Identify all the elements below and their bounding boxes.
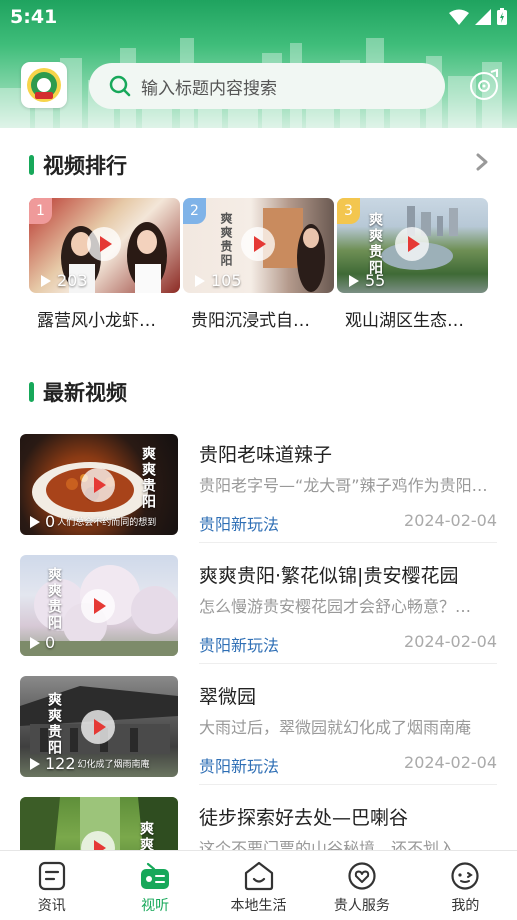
video-thumbnail: 爽爽贵阳 122 幻化成了烟雨南庵: [20, 676, 178, 777]
tab-media[interactable]: 视听: [103, 851, 206, 920]
view-count: 105: [195, 271, 242, 290]
radio-icon: [141, 862, 170, 889]
rank-badge-3: 3: [337, 198, 360, 224]
play-count-icon: [30, 757, 40, 770]
news-icon: [38, 861, 65, 891]
tab-local-life[interactable]: 本地生活: [207, 851, 310, 920]
brand-vertical-text: 爽爽贵阳: [46, 567, 62, 631]
rank-badge-2: 2: [183, 198, 206, 224]
play-count-icon: [195, 274, 205, 287]
section-accent-bar: [29, 155, 34, 175]
bottom-tab-bar: 资讯 视听 本地生活 贵人服务 我的: [0, 850, 517, 920]
rank-card[interactable]: 爽爽贵阳 3 55 观山湖区生态…: [337, 198, 488, 331]
search-icon: [109, 75, 131, 97]
video-list-item[interactable]: 爽爽贵阳 122 幻化成了烟雨南庵 翠微园 大雨过后，翠微园就幻化成了烟雨南庵 贵…: [20, 676, 497, 785]
play-icon: [81, 589, 115, 623]
app-screen: 5:41 输入标题内容搜索 视频排行 1 203 露营风小龙虾… 爽爽贵阳 2 …: [0, 0, 517, 920]
tab-profile[interactable]: 我的: [414, 851, 517, 920]
view-count: 122 幻化成了烟雨南庵: [30, 754, 150, 773]
play-count-icon: [349, 274, 359, 287]
status-icons: [449, 8, 507, 25]
play-count-icon: [30, 636, 40, 649]
rank-title: 贵阳沉浸式自…: [191, 311, 310, 331]
battery-icon: [497, 8, 507, 25]
video-date: 2024-02-04: [404, 632, 497, 651]
rank-card[interactable]: 爽爽贵阳 2 105 贵阳沉浸式自…: [183, 198, 334, 331]
video-title: 徒步探索好去处—巴喇谷: [199, 807, 409, 829]
video-caption: 人们总会不约而同的想到: [57, 518, 157, 528]
video-date: 2024-02-04: [404, 753, 497, 772]
tab-label: 资讯: [37, 898, 66, 914]
divider: [199, 542, 497, 543]
vinyl-record-icon[interactable]: [469, 69, 501, 101]
video-thumbnail: 爽爽贵阳 0 人们总会不约而同的想到: [20, 434, 178, 535]
play-count-icon: [41, 274, 51, 287]
search-bar[interactable]: 输入标题内容搜索: [89, 63, 445, 109]
tab-service[interactable]: 贵人服务: [310, 851, 413, 920]
rank-title: 露营风小龙虾…: [37, 311, 156, 331]
latest-section-header: 最新视频: [29, 377, 127, 407]
play-icon: [87, 227, 121, 261]
play-icon: [395, 227, 429, 261]
tab-label: 视听: [141, 898, 170, 914]
video-list-item[interactable]: 爽爽贵阳 0 爽爽贵阳·繁花似锦|贵安樱花园 怎么慢游贵安樱花园才会舒心畅意？……: [20, 555, 497, 664]
header-banner: 5:41 输入标题内容搜索: [0, 0, 517, 128]
service-icon: [348, 862, 376, 890]
rank-thumbnail: 爽爽贵阳 3 55: [337, 198, 488, 293]
video-description: 怎么慢游贵安樱花园才会舒心畅意？…: [199, 597, 472, 616]
rank-badge-1: 1: [29, 198, 52, 224]
view-count: 203: [41, 271, 88, 290]
rank-thumbnail: 1 203: [29, 198, 180, 293]
profile-icon: [451, 862, 479, 890]
video-title: 贵阳老味道辣子: [199, 444, 333, 466]
tab-label: 本地生活: [230, 898, 287, 914]
tab-label: 贵人服务: [333, 898, 390, 914]
status-time: 5:41: [10, 6, 58, 28]
view-count: 0 人们总会不约而同的想到: [30, 512, 156, 531]
video-source[interactable]: 贵阳新玩法: [199, 753, 279, 777]
video-source[interactable]: 贵阳新玩法: [199, 511, 279, 535]
divider: [199, 663, 497, 664]
video-description: 贵阳老字号—“龙大哥”辣子鸡作为贵阳…: [199, 476, 488, 495]
divider: [199, 784, 497, 785]
view-count: 0: [30, 633, 55, 652]
tab-label: 我的: [451, 898, 480, 914]
video-source[interactable]: 贵阳新玩法: [199, 632, 279, 656]
video-thumbnail: 爽爽贵阳 0: [20, 555, 178, 656]
brand-vertical-text: 爽爽贵阳: [219, 212, 233, 268]
signal-icon: [475, 8, 491, 25]
video-title: 翠微园: [199, 686, 257, 708]
brand-vertical-text: 爽爽贵阳: [140, 446, 156, 510]
play-icon: [81, 710, 115, 744]
chevron-right-icon[interactable]: [474, 152, 490, 172]
rank-card[interactable]: 1 203 露营风小龙虾…: [29, 198, 180, 331]
play-icon: [241, 227, 275, 261]
video-date: 2024-02-04: [404, 511, 497, 530]
brand-vertical-text: 爽爽贵阳: [46, 692, 62, 756]
status-bar: 5:41: [0, 0, 517, 36]
view-count: 55: [349, 271, 385, 290]
local-life-icon: [244, 861, 273, 891]
ranking-section-header: 视频排行: [29, 150, 127, 180]
section-accent-bar: [29, 382, 34, 402]
video-description: 大雨过后，翠微园就幻化成了烟雨南庵: [199, 718, 472, 737]
brand-vertical-text: 爽爽贵阳: [367, 212, 383, 276]
video-caption: 幻化成了烟雨南庵: [77, 760, 150, 770]
play-icon: [81, 468, 115, 502]
ranking-section-title: 视频排行: [43, 154, 127, 178]
latest-section-title: 最新视频: [43, 381, 127, 405]
search-placeholder: 输入标题内容搜索: [141, 78, 277, 99]
play-count-icon: [30, 515, 40, 528]
video-title: 爽爽贵阳·繁花似锦|贵安樱花园: [199, 565, 459, 587]
wifi-icon: [449, 9, 469, 25]
video-list-item[interactable]: 爽爽贵阳 0 人们总会不约而同的想到 贵阳老味道辣子 贵阳老字号—“龙大哥”辣子鸡…: [20, 434, 497, 543]
app-logo[interactable]: [21, 62, 67, 108]
rank-thumbnail: 爽爽贵阳 2 105: [183, 198, 334, 293]
rank-title: 观山湖区生态…: [345, 311, 464, 331]
logo-emblem-icon: [27, 68, 61, 102]
tab-news[interactable]: 资讯: [0, 851, 103, 920]
